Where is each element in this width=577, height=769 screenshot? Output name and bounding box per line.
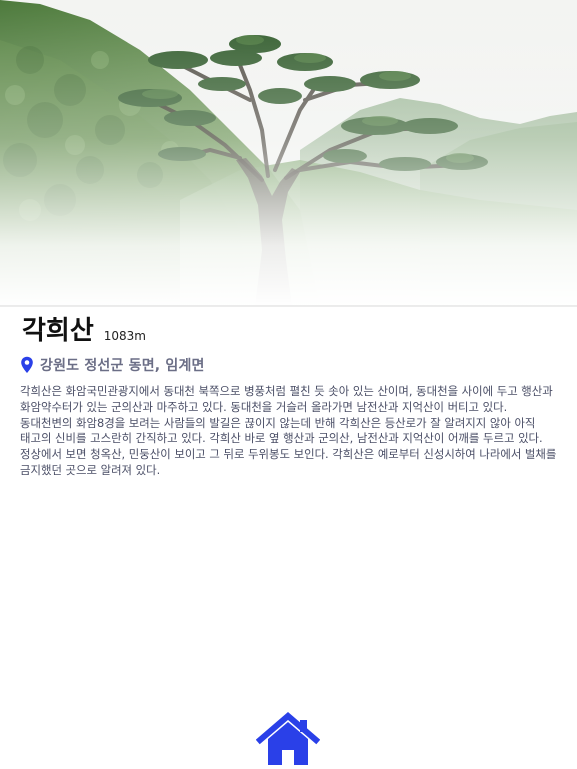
home-icon: [256, 712, 320, 765]
mountain-elevation: 1083m: [103, 329, 146, 343]
location-row: 강원도 정선군 동면, 임계면: [20, 355, 205, 375]
title-row: 각희산 1083m: [22, 314, 146, 348]
home-button[interactable]: [256, 712, 320, 766]
map-pin-icon: [21, 356, 33, 373]
mountain-name: 각희산: [22, 316, 94, 346]
mountain-description: 각희산은 화암국민관광지에서 동대천 북쪽으로 병풍처럼 펼친 듯 솟아 있는 …: [20, 384, 557, 477]
mountain-detail-screen: 각희산 1083m 강원도 정선군 동면, 임계면 각희산은 화암국민관광지에서…: [0, 0, 577, 769]
mountain-location: 강원도 정선군 동면, 임계면: [40, 358, 205, 374]
hero-image: [0, 0, 577, 307]
